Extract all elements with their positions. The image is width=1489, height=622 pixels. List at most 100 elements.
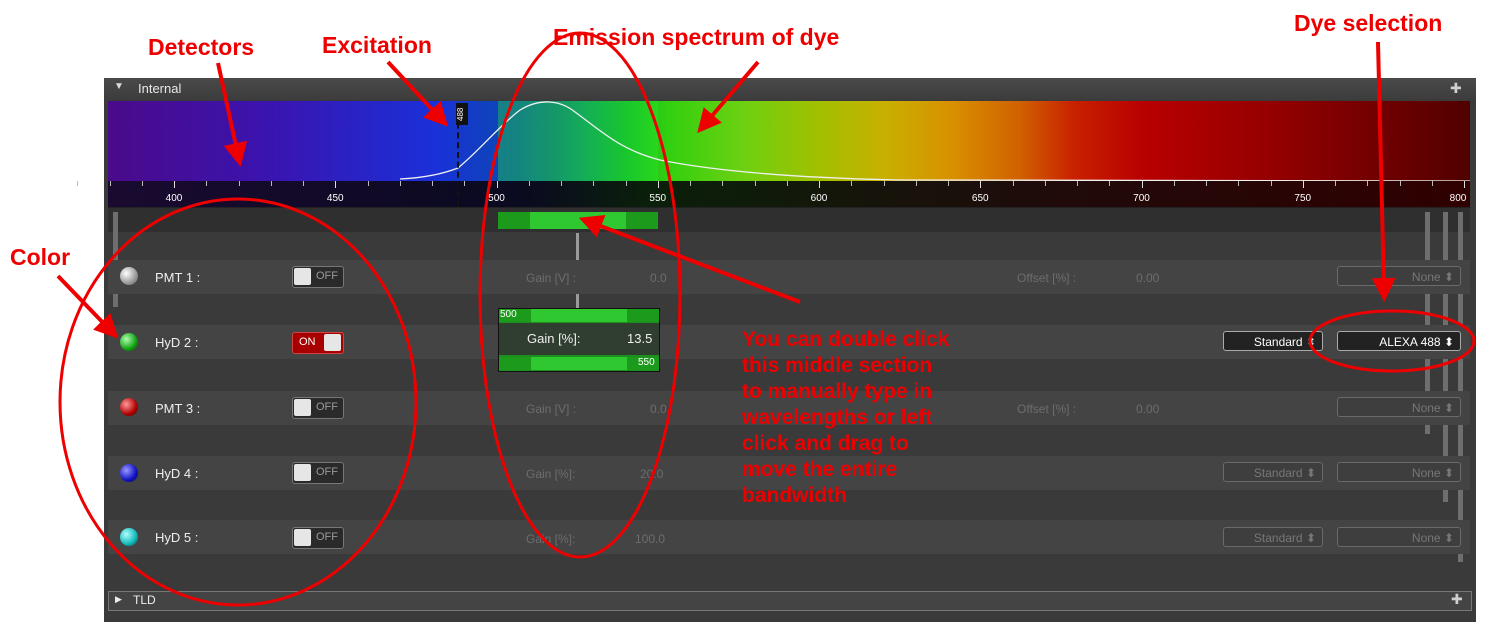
gain-value-pmt3[interactable]: 0.0 (650, 402, 667, 416)
color-led-hyd5[interactable] (120, 528, 138, 546)
spectrum-bar[interactable] (108, 101, 1470, 181)
bandwidth-middle-section[interactable]: Gain [%]: 13.5 (499, 323, 659, 355)
ruler-tick-label: 600 (810, 193, 828, 204)
ruler-tick (1464, 181, 1465, 188)
gain-value-hyd5[interactable]: 100.0 (635, 532, 665, 546)
ruler-tick (174, 181, 175, 188)
bandwidth-gain-box[interactable]: 500 Gain [%]: 13.5 550 (498, 308, 660, 372)
offset-value-pmt1[interactable]: 0.00 (1136, 271, 1159, 285)
ruler-tick-label: 700 (1133, 193, 1150, 204)
ruler-tick (915, 181, 917, 186)
ruler-tick (77, 181, 79, 186)
select-arrow-icon: ⬍ (1443, 531, 1454, 545)
ruler-tick (1077, 181, 1078, 186)
ruler-tick (1399, 181, 1401, 186)
ruler-tick (722, 181, 724, 186)
offset-value-pmt3[interactable]: 0.00 (1136, 402, 1159, 416)
ruler-tick (206, 181, 208, 186)
bandwidth-bar[interactable] (498, 212, 658, 229)
ruler-tick (1335, 181, 1336, 186)
gain-value-pmt1[interactable]: 0.0 (650, 271, 667, 285)
dye-select-hyd4[interactable]: None ⬍ (1337, 462, 1461, 482)
ruler-tick (1109, 181, 1111, 186)
toggle-pmt3[interactable]: OFF (292, 397, 344, 419)
ruler-tick (1173, 181, 1175, 186)
ruler-tick (528, 181, 530, 186)
panel-title: Internal (138, 81, 182, 96)
offset-label-pmt1: Offset [%] : (1017, 271, 1077, 285)
toggle-pmt1[interactable]: OFF (292, 266, 344, 288)
bandwidth-bottom-bar[interactable] (499, 357, 659, 370)
dye-select-hyd5[interactable]: None ⬍ (1337, 527, 1461, 547)
ruler-tick (399, 181, 401, 186)
dye-select-pmt1[interactable]: None ⬍ (1337, 266, 1461, 286)
ruler-tick (980, 181, 982, 188)
triangle-down-icon[interactable]: ▼ (114, 81, 124, 92)
ruler-tick (851, 181, 853, 186)
bandwidth-start[interactable]: 500 (500, 309, 517, 320)
ruler-tick (432, 181, 433, 186)
toggle-knob (324, 334, 341, 351)
detector-name-pmt3: PMT 3 : (155, 401, 201, 416)
gain-label-pmt3: Gain [V] : (526, 402, 577, 416)
gain-label-hyd4: Gain [%]: (526, 467, 576, 481)
color-led-hyd4[interactable] (120, 464, 138, 482)
ruler-tick (948, 181, 949, 186)
ruler-tick-label: 800 (1449, 193, 1467, 204)
ruler-tick (754, 181, 756, 186)
ruler-tick-label: 650 (971, 193, 989, 204)
ruler-tick (335, 181, 337, 188)
pin-icon[interactable]: ✚ (1450, 80, 1462, 97)
toggle-label: OFF (316, 270, 338, 282)
bandwidth-strip (108, 208, 1470, 232)
annotation-emission: Emission spectrum of dye (553, 24, 840, 50)
bandwidth-top-bar[interactable] (499, 309, 659, 322)
dye-select-pmt3[interactable]: None ⬍ (1337, 397, 1461, 417)
dye-select-hyd2[interactable]: ALEXA 488 ⬍ (1337, 331, 1461, 351)
triangle-right-icon[interactable]: ▶ (115, 594, 122, 605)
toggle-hyd5[interactable]: OFF (292, 527, 344, 549)
arrow-color (56, 274, 119, 339)
toggle-hyd4[interactable]: OFF (292, 462, 344, 484)
select-arrow-icon: ⬍ (1443, 401, 1454, 415)
ruler-tick (819, 181, 820, 188)
select-arrow-icon: ⬍ (1305, 335, 1316, 349)
ruler-tick (109, 181, 111, 186)
mode-select-hyd4[interactable]: Standard ⬍ (1223, 462, 1323, 482)
ruler-tick (1141, 181, 1143, 188)
toggle-knob (294, 399, 311, 416)
dye-select-value: ALEXA 488 (1379, 335, 1441, 349)
ruler-tick (1431, 181, 1433, 186)
ruler-tick (883, 181, 885, 186)
mode-select-hyd5[interactable]: Standard ⬍ (1223, 527, 1323, 547)
ruler-tick (496, 181, 498, 188)
gain-value-hyd2[interactable]: 13.5 (627, 331, 652, 346)
tld-title: TLD (133, 593, 156, 607)
ruler-tick (1238, 181, 1240, 186)
annotation-dye-selection: Dye selection (1294, 10, 1443, 36)
excitation-laser-label: 488 (456, 103, 468, 125)
detector-name-pmt1: PMT 1 : (155, 270, 201, 285)
gain-value-hyd4[interactable]: 20.0 (640, 467, 663, 481)
bandwidth-end[interactable]: 550 (638, 357, 655, 368)
select-arrow-icon: ⬍ (1305, 466, 1316, 480)
select-arrow-icon: ⬍ (1443, 466, 1454, 480)
toggle-hyd2[interactable]: ON (292, 332, 344, 354)
detector-name-hyd2: HyD 2 : (155, 335, 199, 350)
dye-select-value: None (1411, 531, 1441, 545)
ruler-tick (141, 181, 143, 186)
mode-select-hyd2[interactable]: Standard ⬍ (1223, 331, 1323, 351)
wavelength-ruler: 400 450 500 550 600 650 700 750 800 (77, 181, 1470, 208)
ruler-tick (238, 181, 240, 186)
color-led-pmt3[interactable] (120, 398, 138, 416)
ruler-tick-label: 550 (649, 193, 667, 204)
color-led-pmt1[interactable] (120, 267, 138, 285)
pin-icon[interactable]: ✚ (1451, 591, 1463, 608)
ruler-tick (270, 181, 272, 186)
panel-header[interactable]: ▼ Internal ✚ (104, 78, 1476, 100)
tld-header[interactable]: ▶ TLD ✚ (108, 591, 1472, 611)
color-led-hyd2[interactable] (120, 333, 138, 351)
toggle-knob (294, 268, 311, 285)
ruler-tick-label: 400 (165, 193, 183, 204)
select-arrow-icon: ⬍ (1443, 335, 1454, 349)
